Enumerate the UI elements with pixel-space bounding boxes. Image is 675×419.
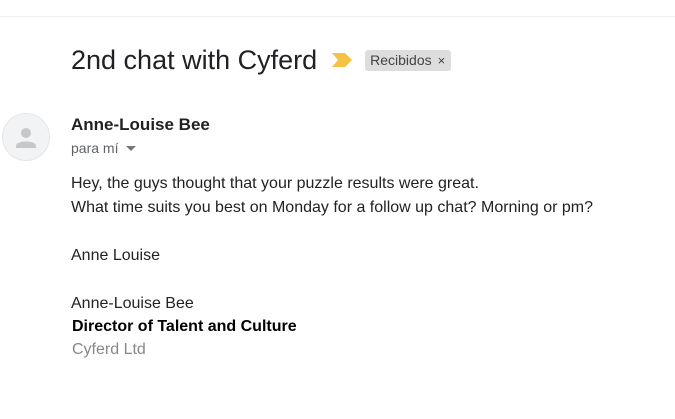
sender-name[interactable]: Anne-Louise Bee (71, 115, 210, 135)
label-chip-text: Recibidos (370, 52, 432, 68)
sender-avatar[interactable] (2, 113, 50, 161)
chevron-down-icon[interactable] (126, 145, 137, 151)
label-chip-recibidos[interactable]: Recibidos × (365, 49, 452, 71)
signature-title: Director of Talent and Culture (72, 318, 297, 335)
body-line-1: Hey, the guys thought that your puzzle r… (71, 175, 479, 192)
importance-marker-icon[interactable] (331, 52, 353, 68)
toolbar-divider (0, 16, 675, 17)
signature-company: Cyferd Ltd (72, 341, 146, 358)
email-view: 2nd chat with Cyferd Recibidos × Anne-Lo… (0, 0, 675, 419)
close-icon[interactable]: × (438, 53, 446, 68)
signature-name: Anne-Louise Bee (71, 295, 194, 312)
default-avatar-icon (16, 128, 36, 148)
recipient-text: para mí (71, 140, 119, 156)
email-signoff: Anne Louise (71, 247, 160, 264)
recipient-details-toggle[interactable]: para mí (71, 140, 137, 156)
subject-row: 2nd chat with Cyferd Recibidos × (71, 42, 452, 78)
body-line-2: What time suits you best on Monday for a… (71, 199, 594, 216)
email-subject: 2nd chat with Cyferd (71, 45, 318, 75)
